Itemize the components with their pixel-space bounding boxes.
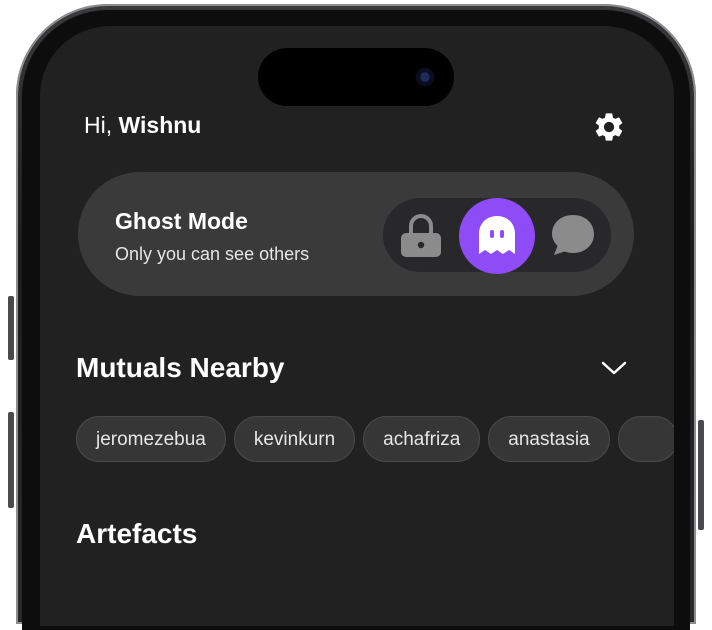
mutual-chip-partial[interactable] <box>617 416 674 462</box>
mutual-chip[interactable]: anastasia <box>488 416 610 462</box>
chat-bubble-icon <box>552 215 594 255</box>
mode-option-chat[interactable] <box>535 198 611 272</box>
mutual-chip[interactable]: achafriza <box>363 416 481 462</box>
chevron-down-icon[interactable] <box>600 358 628 378</box>
side-button <box>8 296 14 360</box>
greeting-prefix: Hi, <box>84 112 119 138</box>
dynamic-island <box>258 48 454 106</box>
mutual-chip[interactable]: kevinkurn <box>233 416 356 462</box>
ghost-mode-subtitle: Only you can see others <box>115 244 310 264</box>
camera-icon <box>414 66 436 88</box>
side-button <box>8 412 14 508</box>
lock-icon <box>401 214 441 257</box>
artefacts-title: Artefacts <box>76 518 198 549</box>
mutual-chip[interactable]: jeromezebua <box>76 416 226 462</box>
mutuals-nearby-title: Mutuals Nearby <box>76 352 285 383</box>
ghost-mode-title: Ghost Mode <box>115 208 248 234</box>
mode-option-lock[interactable] <box>383 198 459 272</box>
user-name: Wishnu <box>118 112 202 138</box>
side-button <box>698 420 704 530</box>
gear-icon[interactable] <box>592 110 626 144</box>
greeting: Hi, Wishnu <box>84 112 201 139</box>
mode-toggle <box>383 198 611 274</box>
ghost-mode-card: Ghost Mode Only you can see others <box>78 172 634 296</box>
screen: Hi, Wishnu Ghost Mode Only you can see o… <box>40 26 674 626</box>
ghost-icon <box>479 216 515 254</box>
mutuals-chip-list: jeromezebua kevinkurn achafriza anastasia <box>76 416 674 462</box>
mode-option-ghost[interactable] <box>459 198 535 272</box>
